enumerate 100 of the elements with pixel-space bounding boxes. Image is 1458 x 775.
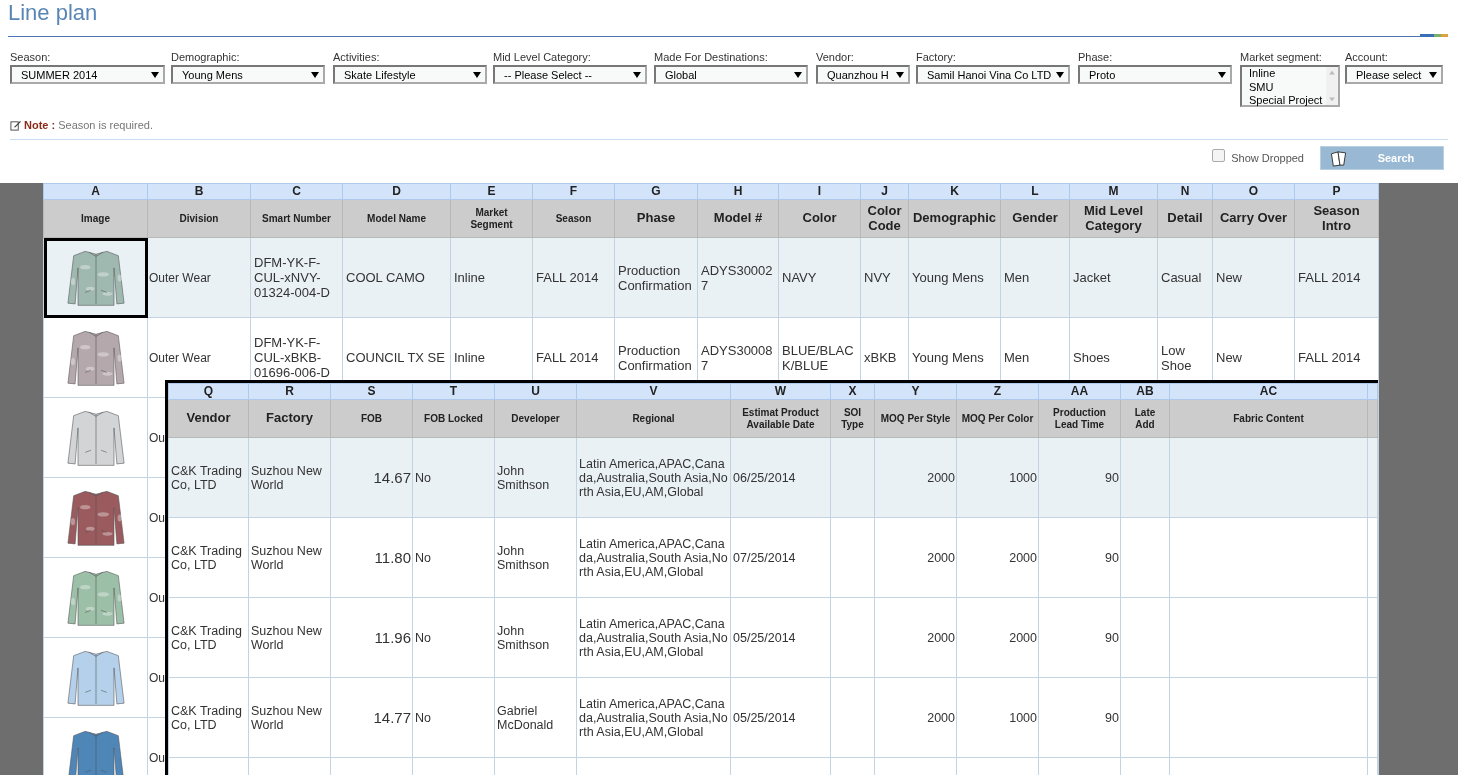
table-cell: 05/25/2014: [730, 597, 831, 678]
filter-label: Factory:: [916, 51, 957, 65]
table-cell: No: [412, 437, 495, 518]
filter-label: Market segment:: [1240, 51, 1323, 65]
filter-label: Mid Level Category:: [493, 51, 592, 65]
column-header: Estimat Product Available Date: [730, 399, 831, 438]
column-header: Demographic: [908, 199, 1001, 238]
table-cell: Young Mens: [908, 237, 1001, 318]
dropdown[interactable]: Global: [654, 65, 808, 84]
table-cell: Jacket: [1069, 237, 1158, 318]
table-cell: 2000: [874, 597, 957, 678]
table-cell: New: [1212, 237, 1295, 318]
column-header: Phase: [614, 199, 698, 238]
dropdown[interactable]: Young Mens: [171, 65, 325, 84]
column-header: Factory: [248, 399, 331, 438]
column-letter: G: [614, 183, 698, 200]
column-letter: P: [1294, 183, 1379, 200]
dropdown[interactable]: -- Please Select --: [493, 65, 647, 84]
table-cell: Latin America,APAC,Canada,Australia,South Asia,North Asia,EU,AM,Global: [576, 597, 731, 678]
table-cell: 1000: [956, 437, 1039, 518]
table-cell: Suzhou New World: [248, 517, 331, 598]
book-icon: [1329, 149, 1349, 167]
column-letter: U: [494, 383, 577, 400]
table-cell: DFM-YK-F-CUL-xNVY-01324-004-D: [250, 237, 343, 318]
table-cell: 2000: [956, 517, 1039, 598]
column-header: Image: [43, 199, 148, 238]
table-cell: 2000: [956, 597, 1039, 678]
edit-icon: [10, 119, 21, 131]
column-letter: C: [250, 183, 343, 200]
table-cell: Inline: [450, 237, 533, 318]
column-header: Model #: [697, 199, 779, 238]
table-cell: C&K Trading Co, LTD: [168, 437, 249, 518]
filter-label: Made For Destinations:: [654, 51, 769, 65]
filter-label: Demographic:: [171, 51, 241, 65]
table-cell: 07/25/2014: [730, 517, 831, 598]
table-cell: 14.67: [330, 437, 413, 518]
note-text: Season is required.: [58, 119, 153, 131]
table-cell: 2000: [874, 517, 957, 598]
checkbox-label[interactable]: Show Dropped: [1231, 152, 1304, 164]
dropdown[interactable]: SUMMER 2014: [10, 65, 165, 84]
table-cell: John Smithson: [494, 437, 577, 518]
column-letter: Y: [874, 383, 957, 400]
table-cell: Gabriel McDonald: [494, 677, 577, 758]
table-cell: 90: [1038, 437, 1121, 518]
column-letter: O: [1212, 183, 1295, 200]
filter-label: Vendor:: [816, 51, 855, 65]
column-letter: S: [330, 383, 413, 400]
column-header: Season Intro: [1294, 199, 1379, 238]
column-header: Fabric Content: [1169, 399, 1368, 438]
column-header: Season: [532, 199, 615, 238]
table-cell: 14.77: [330, 677, 413, 758]
table-cell: 06/25/2014: [730, 437, 831, 518]
table-cell: ADYS300027: [697, 237, 779, 318]
column-header: MOQ Per Color: [956, 399, 1039, 438]
table-cell: 90: [1038, 597, 1121, 678]
table-cell: John Smithson: [494, 517, 577, 598]
table-cell: 2000: [874, 677, 957, 758]
column-header: Gender: [1000, 199, 1070, 238]
column-letter: F: [532, 183, 615, 200]
column-letter: W: [730, 383, 831, 400]
column-header: Production Lead Time: [1038, 399, 1121, 438]
column-header: FOB: [330, 399, 413, 438]
table-cell: Outer Wear: [147, 237, 251, 318]
page-title: Line plan: [7, 0, 99, 27]
dropdown[interactable]: Proto: [1078, 65, 1232, 84]
table-cell: Production Confirmation: [614, 237, 698, 318]
table-cell: C&K Trading Co, LTD: [168, 677, 249, 758]
listbox[interactable]: Inline SMU Special Project: [1240, 65, 1340, 107]
column-letter: T: [412, 383, 495, 400]
column-header: Regional: [576, 399, 731, 438]
caret-icon: [794, 71, 802, 78]
column-letter: A: [43, 183, 148, 200]
table-cell: Men: [1000, 237, 1070, 318]
column-header: Late Add: [1120, 399, 1170, 438]
table-cell: No: [412, 517, 495, 598]
table-cell: Suzhou New World: [248, 437, 331, 518]
column-letter: K: [908, 183, 1001, 200]
listbox-option[interactable]: Inline: [1249, 67, 1326, 81]
filter-label: Season:: [10, 51, 52, 65]
column-letter: L: [1000, 183, 1070, 200]
column-letter: N: [1157, 183, 1213, 200]
column-header: FOB Locked: [412, 399, 495, 438]
listbox-option[interactable]: SMU: [1249, 80, 1326, 94]
filter-label: Account:: [1345, 51, 1389, 65]
caret-icon: [1056, 71, 1064, 78]
table-cell: 1000: [956, 677, 1039, 758]
column-header: Mid Level Category: [1069, 199, 1158, 238]
dropdown[interactable]: Quanzhou H: [816, 65, 910, 84]
column-header: Color: [778, 199, 861, 238]
listbox-option[interactable]: Special Project: [1249, 94, 1326, 108]
dropdown[interactable]: Samil Hanoi Vina Co LTD: [916, 65, 1070, 84]
table-cell: Suzhou New World: [248, 677, 331, 758]
dropdown[interactable]: Skate Lifestyle: [333, 65, 487, 84]
column-header: Smart Number: [250, 199, 343, 238]
column-header: MOQ Per Style: [874, 399, 957, 438]
checkbox[interactable]: [1212, 148, 1226, 162]
dropdown[interactable]: Please select: [1345, 65, 1443, 84]
table-cell: 90: [1038, 677, 1121, 758]
column-header: Color Code: [860, 199, 909, 238]
table-cell: Suzhou New World: [248, 597, 331, 678]
